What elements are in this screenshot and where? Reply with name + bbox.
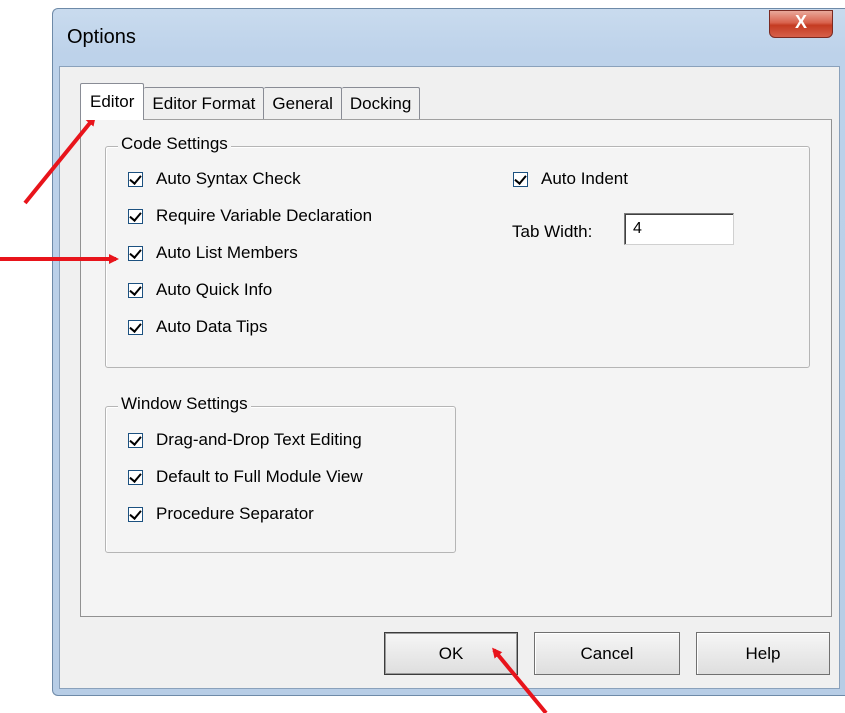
window-settings-group: Window Settings Drag-and-Drop Text Editi… — [105, 394, 456, 553]
window-settings-legend: Window Settings — [118, 394, 251, 414]
drag-and-drop-option[interactable]: Drag-and-Drop Text Editing — [128, 430, 362, 450]
full-module-view-checkbox[interactable] — [128, 469, 143, 485]
auto-list-members-label: Auto List Members — [156, 243, 298, 262]
tab-editor[interactable]: Editor — [80, 83, 145, 120]
auto-list-members-checkbox[interactable] — [128, 245, 143, 261]
auto-quick-info-checkbox[interactable] — [128, 282, 143, 298]
full-module-view-option[interactable]: Default to Full Module View — [128, 467, 363, 487]
code-settings-group: Code Settings Auto Syntax Check Require … — [105, 134, 810, 368]
auto-data-tips-checkbox[interactable] — [128, 319, 143, 335]
drag-and-drop-checkbox[interactable] — [128, 432, 143, 448]
procedure-separator-label: Procedure Separator — [156, 504, 314, 523]
auto-indent-checkbox[interactable] — [513, 171, 528, 187]
auto-quick-info-label: Auto Quick Info — [156, 280, 273, 299]
tab-width-label: Tab Width: — [512, 222, 593, 241]
dialog-client-area: Editor Editor Format General Docking Cod… — [59, 66, 840, 689]
require-variable-declaration-option[interactable]: Require Variable Declaration — [128, 206, 372, 226]
tab-strip: Editor Editor Format General Docking — [80, 83, 421, 120]
close-icon: X — [794, 12, 807, 32]
tab-width-row: Tab Width: — [512, 222, 592, 242]
auto-syntax-check-label: Auto Syntax Check — [156, 169, 301, 188]
tab-width-input[interactable]: 4 — [624, 213, 734, 245]
tab-docking[interactable]: Docking — [341, 87, 421, 120]
options-dialog: Options X Editor Editor Format General D… — [52, 8, 845, 696]
full-module-view-label: Default to Full Module View — [156, 467, 363, 486]
auto-syntax-check-checkbox[interactable] — [128, 171, 143, 187]
require-variable-declaration-checkbox[interactable] — [128, 208, 143, 224]
procedure-separator-checkbox[interactable] — [128, 506, 143, 522]
tab-general[interactable]: General — [264, 87, 342, 120]
auto-syntax-check-option[interactable]: Auto Syntax Check — [128, 169, 301, 189]
ok-button[interactable]: OK — [384, 632, 518, 675]
drag-and-drop-label: Drag-and-Drop Text Editing — [156, 430, 362, 449]
auto-data-tips-option[interactable]: Auto Data Tips — [128, 317, 268, 337]
auto-quick-info-option[interactable]: Auto Quick Info — [128, 280, 272, 300]
require-variable-declaration-label: Require Variable Declaration — [156, 206, 373, 225]
auto-indent-option[interactable]: Auto Indent — [513, 169, 628, 189]
auto-data-tips-label: Auto Data Tips — [156, 317, 268, 336]
close-button[interactable]: X — [769, 10, 833, 38]
auto-list-members-option[interactable]: Auto List Members — [128, 243, 298, 263]
cancel-button[interactable]: Cancel — [534, 632, 680, 675]
auto-indent-label: Auto Indent — [541, 169, 628, 188]
editor-tab-panel: Code Settings Auto Syntax Check Require … — [80, 119, 832, 617]
help-button[interactable]: Help — [696, 632, 830, 675]
dialog-title: Options — [67, 26, 136, 48]
procedure-separator-option[interactable]: Procedure Separator — [128, 504, 314, 524]
code-settings-legend: Code Settings — [118, 134, 231, 154]
tab-editor-format[interactable]: Editor Format — [144, 87, 265, 120]
